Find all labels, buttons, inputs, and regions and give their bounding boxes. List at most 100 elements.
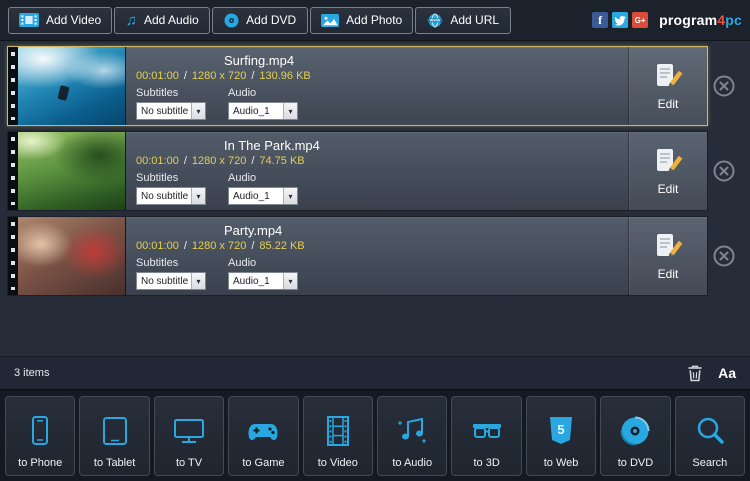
output-to-tv-button[interactable]: to TV — [153, 395, 225, 476]
output-to-video-button[interactable]: to Video — [302, 395, 374, 476]
video-thumbnail[interactable] — [8, 47, 126, 125]
output-to-game-button[interactable]: to Game — [228, 395, 299, 476]
brand-logo[interactable]: program4pc — [659, 12, 742, 28]
audio-control: Audio Audio_1 — [228, 172, 298, 205]
output-to-web-button[interactable]: 5 to Web — [525, 395, 597, 476]
audio-select[interactable]: Audio_1 — [228, 102, 298, 120]
subtitles-select[interactable]: No subtitle — [136, 187, 206, 205]
globe-www-icon: WWW — [427, 13, 443, 28]
add-audio-button[interactable]: ♫ Add Audio — [114, 6, 211, 34]
video-controls: Subtitles No subtitle Audio Audio_1 — [136, 172, 618, 205]
google-plus-icon[interactable] — [632, 12, 649, 28]
meta-separator: / — [183, 155, 187, 167]
meta-separator: / — [251, 155, 255, 167]
output-label: to Audio — [392, 456, 433, 469]
output-label: Search — [692, 456, 728, 469]
add-photo-label: Add Photo — [346, 13, 403, 27]
edit-pencil-icon — [653, 146, 683, 179]
subtitles-value: No subtitle — [141, 105, 189, 117]
add-photo-button[interactable]: Add Photo — [310, 6, 414, 34]
html5-icon: 5 — [544, 405, 578, 457]
subtitles-select[interactable]: No subtitle — [136, 272, 206, 290]
photo-icon — [321, 13, 340, 27]
gamepad-icon — [246, 405, 280, 457]
remove-item-button[interactable] — [712, 74, 736, 98]
film-icon — [19, 13, 39, 27]
remove-item-button[interactable] — [712, 244, 736, 268]
video-thumbnail[interactable] — [8, 217, 126, 295]
chevron-down-icon — [191, 188, 205, 204]
video-meta: 00:01:00 / 1280 x 720 / 130.96 KB — [136, 70, 618, 82]
svg-text:WWW: WWW — [430, 18, 441, 22]
video-item-card[interactable]: Party.mp4 00:01:00 / 1280 x 720 / 85.22 KB S… — [7, 216, 708, 296]
top-right-links: program4pc — [592, 12, 742, 28]
music-note-icon: ♫ — [125, 11, 137, 29]
subtitles-select[interactable]: No subtitle — [136, 102, 206, 120]
output-to-tablet-button[interactable]: to Tablet — [79, 395, 150, 476]
audio-select[interactable]: Audio_1 — [228, 187, 298, 205]
meta-separator: / — [251, 70, 255, 82]
audio-select[interactable]: Audio_1 — [228, 272, 298, 290]
output-to-audio-button[interactable]: to Audio — [377, 395, 448, 476]
add-video-button[interactable]: Add Video — [8, 6, 113, 34]
trash-icon[interactable] — [687, 364, 703, 382]
add-dvd-button[interactable]: Add DVD — [212, 6, 309, 34]
subtitles-control: Subtitles No subtitle — [136, 172, 206, 205]
video-filesize: 85.22 KB — [259, 240, 305, 252]
search-button[interactable]: Search — [674, 395, 746, 476]
twitter-icon[interactable] — [612, 12, 629, 28]
edit-button[interactable]: Edit — [628, 217, 707, 295]
video-duration: 00:01:00 — [136, 70, 179, 82]
meta-separator: / — [183, 240, 187, 252]
meta-separator: / — [183, 70, 187, 82]
video-filesize: 130.96 KB — [259, 70, 311, 82]
add-url-button[interactable]: WWW Add URL — [415, 6, 512, 34]
chevron-down-icon — [283, 188, 297, 204]
facebook-icon[interactable] — [592, 12, 609, 28]
audio-label: Audio — [228, 257, 257, 269]
item-count: 3 items — [14, 367, 50, 379]
subtitles-value: No subtitle — [141, 275, 189, 287]
video-item-card[interactable]: Surfing.mp4 00:01:00 / 1280 x 720 / 130.96 K… — [7, 46, 708, 126]
chevron-down-icon — [191, 103, 205, 119]
audio-label: Audio — [228, 172, 257, 184]
add-audio-label: Add Audio — [143, 13, 199, 27]
video-item-card[interactable]: In The Park.mp4 00:01:00 / 1280 x 720 / 74.7… — [7, 131, 708, 211]
subtitles-label: Subtitles — [136, 257, 179, 269]
video-resolution: 1280 x 720 — [191, 155, 247, 167]
output-label: to Phone — [18, 456, 63, 469]
edit-button-label: Edit — [657, 97, 679, 111]
filmstrip-perforation — [8, 47, 18, 125]
output-label: to Tablet — [93, 456, 136, 469]
audio-value: Audio_1 — [233, 190, 270, 202]
edit-button[interactable]: Edit — [628, 132, 707, 210]
edit-pencil-icon — [653, 61, 683, 94]
video-filesize: 74.75 KB — [259, 155, 305, 167]
top-toolbar: Add Video ♫ Add Audio Add DVD Add Photo … — [0, 0, 750, 41]
output-label: to TV — [175, 456, 203, 469]
output-to-dvd-button[interactable]: to DVD — [600, 395, 671, 476]
search-icon — [693, 405, 727, 457]
font-settings-button[interactable]: Aa — [718, 365, 736, 381]
filmstrip-perforation — [8, 132, 18, 210]
video-duration: 00:01:00 — [136, 155, 179, 167]
video-thumbnail[interactable] — [8, 132, 126, 210]
meta-separator: / — [251, 240, 255, 252]
edit-button[interactable]: Edit — [628, 47, 707, 125]
subtitles-control: Subtitles No subtitle — [136, 257, 206, 290]
brand-part-3: pc — [725, 12, 742, 28]
output-to-phone-button[interactable]: to Phone — [5, 395, 76, 476]
audio-value: Audio_1 — [233, 105, 270, 117]
dvd-disc-icon — [618, 405, 652, 457]
chevron-down-icon — [191, 273, 205, 289]
disc-icon — [224, 13, 239, 28]
output-label: to DVD — [617, 456, 654, 469]
output-to-3d-button[interactable]: to 3D — [451, 395, 522, 476]
audio-control: Audio Audio_1 — [228, 87, 298, 120]
video-title: Party.mp4 — [224, 223, 283, 238]
output-label: to Game — [242, 456, 285, 469]
video-list: Surfing.mp4 00:01:00 / 1280 x 720 / 130.96 K… — [0, 41, 750, 296]
remove-item-button[interactable] — [712, 159, 736, 183]
tv-icon — [172, 405, 206, 457]
output-panel: to Phone to Tablet to TV to Game to Vide — [0, 389, 750, 481]
